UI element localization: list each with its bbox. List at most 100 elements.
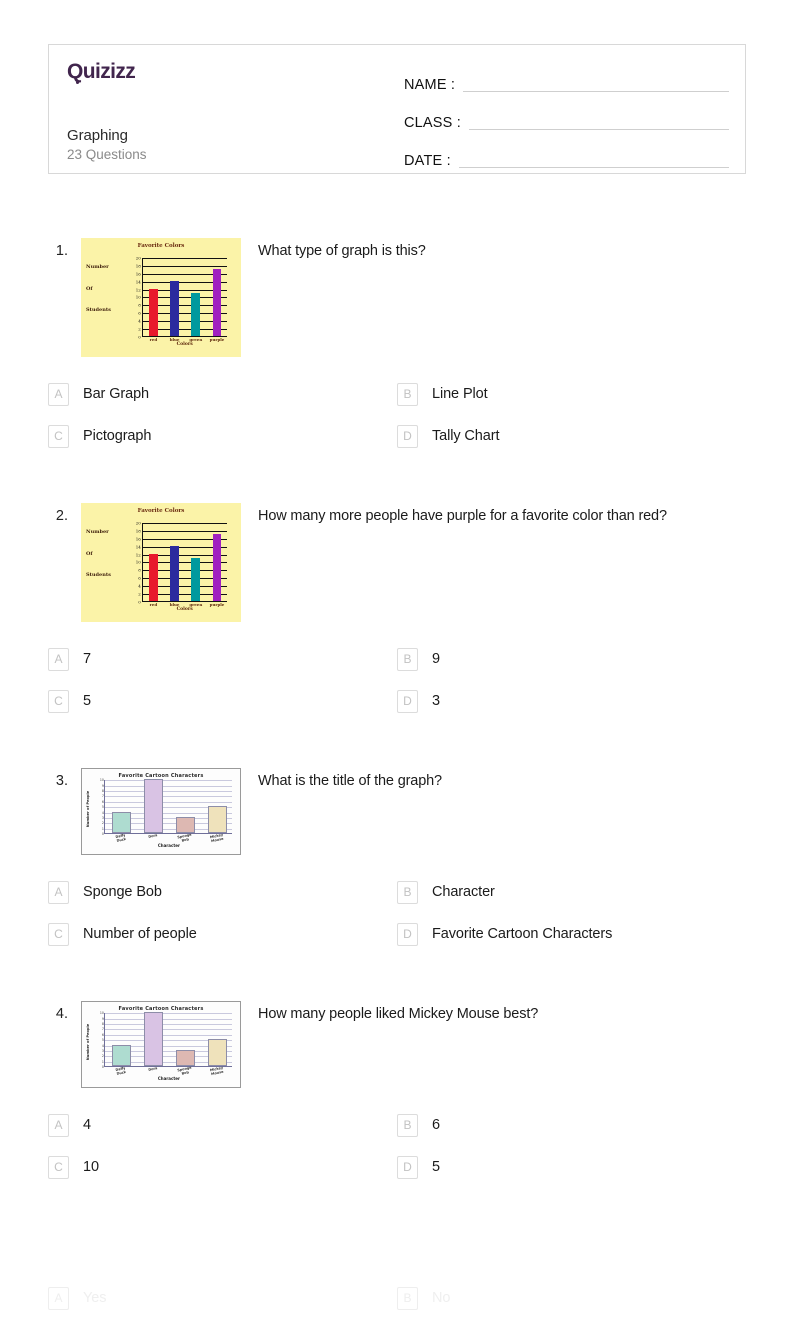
answer-option[interactable]: B Line Plot [397,373,746,415]
quizizz-logo-text: Quizizz [67,60,136,83]
chart-bar [207,806,227,834]
chart-y-tick: 6 [101,1032,104,1037]
chart-favorite-cartoon-characters: Favorite Cartoon Characters Number of Peo… [81,768,241,855]
answer-option-label: Tally Chart [432,428,500,444]
chart-y-tick: 7 [101,1027,104,1032]
chart-bar [111,1044,131,1067]
chart-y-tick: 1 [101,826,104,831]
answer-option[interactable]: D Tally Chart [397,415,746,457]
chart-plot-area: 0 1 2 3 4 5 6 7 8 9 10 Daffy Duck Dora Sponge Bob Mick… [100,1011,233,1081]
answer-option-label: 7 [83,651,91,667]
chart-gridline [105,1013,233,1015]
name-field-label: NAME : [404,77,456,93]
chart-y-tick: 14 [135,279,141,285]
chart-y-tick: 18 [135,528,141,534]
answer-option[interactable]: B Character [397,871,746,913]
answer-option-label: 6 [432,1117,440,1133]
chart-y-tick: 6 [101,799,104,804]
answer-option[interactable]: C Number of people [48,913,397,955]
chart-x-axis-title: Character [157,1076,180,1082]
question-block: 4. Favorite Cartoon Characters Number of P… [0,997,794,1188]
chart-y-tick: 5 [101,1038,104,1043]
chart-x-tick-label: Daffy Duck [115,832,127,843]
chart-bar [207,1039,227,1067]
answer-option-label: Line Plot [432,386,488,402]
chart-y-axis-label-line: Of [86,550,93,557]
answer-option[interactable]: C Pictograph [48,415,397,457]
question-image: Favorite Cartoon Characters Number of Peo… [81,768,241,855]
answer-option[interactable]: A7 [48,638,397,680]
answer-option[interactable]: D5 [397,1146,746,1188]
answer-option-label: Pictograph [83,428,152,444]
chart-gridline [142,531,227,533]
answer-option[interactable]: B No [397,1277,746,1319]
answer-option[interactable]: D3 [397,680,746,722]
chart-y-tick: 20 [135,520,141,526]
answer-option-badge: C [48,1155,69,1179]
answer-option[interactable]: D Favorite Cartoon Characters [397,913,746,955]
chart-y-tick: 10 [99,1011,104,1016]
chart-y-axis-label-line: Of [86,285,93,292]
answer-option[interactable]: C5 [48,680,397,722]
question-number: 1. [55,243,68,259]
answer-option-badge: D [397,689,418,713]
name-field-row: NAME : [404,63,745,95]
chart-y-axis-title: Number of People [86,1024,91,1061]
answer-options: A Yes B No [0,1277,794,1319]
chart-y-tick: 5 [101,805,104,810]
chart-y-tick: 4 [138,583,141,589]
quiz-title: Graphing [67,127,128,144]
answer-option-label: 4 [83,1117,91,1133]
answer-option-badge: D [397,922,418,946]
chart-gridline [142,266,227,268]
question-block: 5. A Yes B No [0,1236,794,1319]
chart-y-tick: 18 [135,263,141,269]
answer-option[interactable]: B9 [397,638,746,680]
chart-x-tick-label: Daffy Duck [115,1065,127,1076]
answer-option[interactable]: A Bar Graph [48,373,397,415]
chart-y-tick: 2 [138,326,141,332]
chart-favorite-cartoon-characters: Favorite Cartoon Characters Number of Peo… [81,1001,241,1088]
chart-y-tick: 14 [135,544,141,550]
chart-y-tick: 8 [138,302,141,308]
chart-bar [148,553,158,601]
question-block: 2. Favorite Colors Number Of Students 0 2 4 6 8 10… [0,499,794,722]
answer-option-badge: D [397,424,418,448]
chart-x-axis-title: Colors [176,606,193,612]
question-row: 3. Favorite Cartoon Characters Number of P… [0,764,794,855]
answer-option-badge: D [397,1155,418,1179]
chart-y-tick: 0 [101,1065,104,1070]
answer-option[interactable]: A4 [48,1104,397,1146]
chart-bar [143,779,163,834]
answer-option-badge: A [48,647,69,671]
answer-option[interactable]: C 10 [48,1146,397,1188]
chart-favorite-colors: Favorite Colors Number Of Students 0 2 4 6 8 10 12… [81,503,241,622]
answer-option[interactable]: A Yes [48,1277,397,1319]
class-field-input[interactable] [469,129,729,130]
answer-option-label: 5 [83,693,91,709]
answer-option[interactable]: B6 [397,1104,746,1146]
chart-gridline [105,1029,233,1031]
chart-bar [175,1050,195,1067]
answer-option[interactable]: A Sponge Bob [48,871,397,913]
quizizz-logo-dot [76,81,79,84]
chart-bar [212,534,222,601]
question-row: 2. Favorite Colors Number Of Students 0 2 4 6 8 10… [0,499,794,622]
chart-bar [170,545,180,601]
chart-x-tick-label: Dora [148,1065,159,1072]
chart-title: Favorite Colors [137,243,185,249]
answer-option-badge: B [397,647,418,671]
chart-y-tick: 8 [101,1022,104,1027]
answer-options: A Bar Graph B Line Plot C Pictograph D Tally Ch… [0,373,794,457]
question-number: 4. [55,1006,68,1022]
date-field-input[interactable] [458,167,729,168]
name-field-input[interactable] [463,91,729,92]
answer-option-label: Number of people [83,926,197,942]
answer-option-badge: A [48,382,69,406]
answer-option-badge: A [48,880,69,904]
chart-y-tick: 3 [101,1049,104,1054]
question-number: 3. [55,773,68,789]
chart-y-axis-label-line: Number [86,264,109,271]
answer-option-badge: C [48,922,69,946]
chart-bar [148,288,158,336]
